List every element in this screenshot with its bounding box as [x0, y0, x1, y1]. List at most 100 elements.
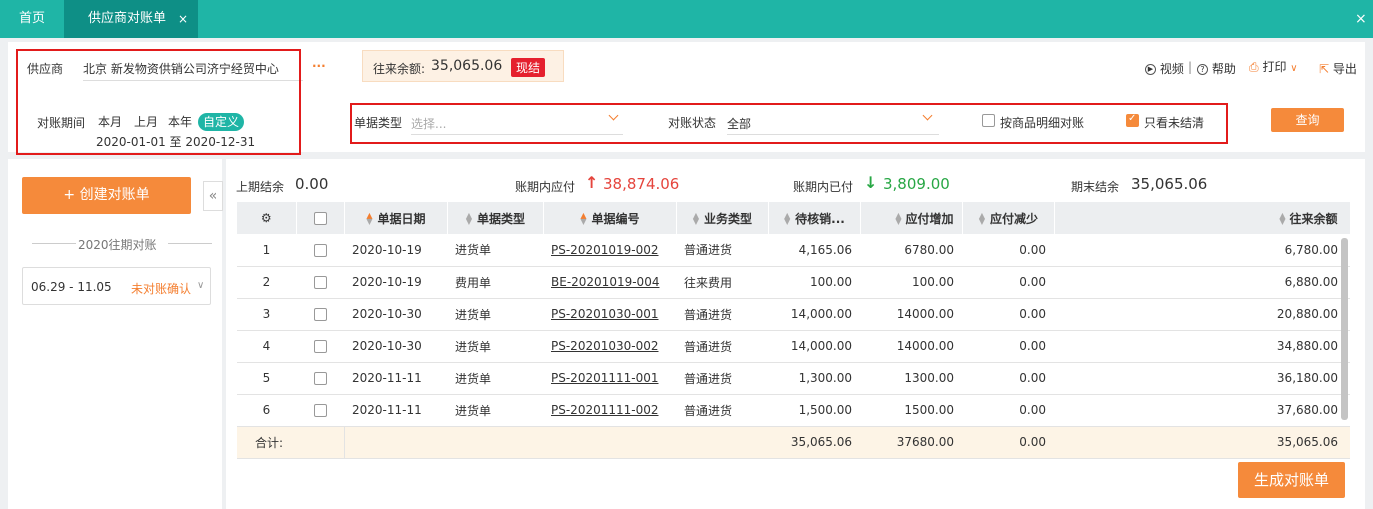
header-doc-code[interactable]: ▲ ▼ 单据编号: [543, 202, 677, 234]
cell-type: 进货单: [447, 298, 543, 331]
cell-chk: [296, 330, 344, 363]
cell-biz: 普通进货: [676, 234, 768, 267]
select-all-checkbox[interactable]: [313, 212, 327, 225]
history-item[interactable]: 06.29 - 11.05 未对账确认 ∨: [22, 267, 211, 305]
closing-balance-value: 35,065.06: [1131, 175, 1208, 193]
cell-code[interactable]: BE-20201019-004: [543, 266, 676, 299]
paid-value: 3,809.00: [883, 175, 950, 193]
cell-bal: 34,880.00: [1054, 330, 1350, 363]
header-date[interactable]: ▲ ▼ 单据日期: [344, 202, 448, 234]
row-checkbox[interactable]: [313, 340, 327, 353]
sort-icon: ▲ ▼: [692, 211, 700, 226]
table-row[interactable]: 6 2020-11-11 进货单 PS-20201111-002 普通进货 1,500.0…: [237, 394, 1350, 427]
cell-code[interactable]: PS-20201111-001: [543, 362, 676, 395]
arrow-down-icon: ↓: [864, 173, 878, 192]
cell-code[interactable]: PS-20201030-002: [543, 330, 676, 363]
cell-dec: 0.00: [962, 362, 1054, 395]
cell-date: 2020-10-30: [344, 330, 447, 363]
cell-bal: 36,180.00: [1054, 362, 1350, 395]
cell-pending: 4,165.06: [768, 234, 860, 267]
cell-biz: 普通进货: [676, 330, 768, 363]
cell-no: 6: [237, 394, 296, 427]
cell-inc: 6780.00: [860, 234, 962, 267]
sort-icon: ▲ ▼: [580, 211, 587, 226]
cell-pending: 1,500.00: [768, 394, 860, 427]
tab-label: 供应商对账单: [88, 11, 167, 26]
cell-inc: 100.00: [860, 266, 962, 299]
opening-balance-value: 0.00: [295, 175, 329, 193]
cell-chk: [296, 362, 344, 395]
header-biz-type[interactable]: ▲ ▼ 业务类型: [676, 202, 769, 234]
closing-balance-label: 期末结余: [1071, 180, 1120, 194]
header-pending[interactable]: ▲ ▼ 待核销...: [768, 202, 861, 234]
print-button[interactable]: ⎙ 打印 ∨: [1249, 58, 1298, 75]
cell-code[interactable]: PS-20201111-002: [543, 394, 676, 427]
cash-settle-badge: 现结: [511, 58, 546, 77]
cell-type: 进货单: [447, 234, 543, 267]
balance-value: 35,065.06: [431, 58, 503, 74]
payable-value: 38,874.06: [603, 175, 680, 193]
row-checkbox[interactable]: [313, 372, 327, 385]
cell-chk: [296, 266, 344, 299]
sort-icon: ▲ ▼: [784, 211, 791, 226]
generate-statement-button[interactable]: 生成对账单: [1238, 462, 1345, 498]
sort-icon: ▲ ▼: [465, 211, 473, 226]
query-button[interactable]: 查询: [1271, 108, 1344, 132]
table-row[interactable]: 3 2020-10-30 进货单 PS-20201030-001 普通进货 14,000.…: [237, 298, 1350, 331]
toolbar-separator: |: [1188, 60, 1193, 74]
cell-blank: [344, 426, 768, 459]
balance-box: 往来余额: 35,065.06 现结: [362, 50, 564, 82]
header-payable-decrease[interactable]: ▲ ▼ 应付减少: [962, 202, 1055, 234]
cell-date: 2020-10-30: [344, 298, 447, 331]
collapse-sidebar-button[interactable]: «: [203, 181, 223, 211]
table-row[interactable]: 1 2020-10-19 进货单 PS-20201019-002 普通进货 4,165.0…: [237, 234, 1350, 267]
paid-label: 账期内已付: [793, 180, 854, 194]
cell-bal: 6,780.00: [1054, 234, 1350, 267]
header-balance[interactable]: ▲ ▼ 往来余额: [1054, 202, 1351, 234]
cell-no: 2: [237, 266, 296, 299]
header-payable-increase[interactable]: ▲ ▼ 应付增加: [860, 202, 963, 234]
window-close-icon[interactable]: ×: [1355, 0, 1373, 38]
sort-icon: ▲ ▼: [978, 211, 986, 226]
export-button[interactable]: ⇱ 导出: [1319, 60, 1357, 77]
printer-icon: ⎙: [1249, 60, 1259, 74]
cell-date: 2020-10-19: [344, 266, 447, 299]
help-button[interactable]: ? 帮助: [1197, 60, 1236, 77]
cell-type: 费用单: [447, 266, 543, 299]
cell-no: 5: [237, 362, 296, 395]
history-item-range: 06.29 - 11.05: [31, 280, 112, 294]
cell-dec: 0.00: [962, 330, 1054, 363]
table-row[interactable]: 5 2020-11-11 进货单 PS-20201111-001 普通进货 1,300.0…: [237, 362, 1350, 395]
cell-inc: 1300.00: [860, 362, 962, 395]
tab-bar: 首页 供应商对账单 × ×: [0, 0, 1373, 38]
cell-biz: 往来费用: [676, 266, 768, 299]
row-checkbox[interactable]: [313, 243, 327, 257]
balance-label: 往来余额:: [373, 62, 426, 76]
cell-type: 进货单: [447, 394, 543, 427]
header-doc-type[interactable]: ▲ ▼ 单据类型: [447, 202, 544, 234]
cell-code[interactable]: PS-20201030-001: [543, 298, 676, 331]
cell-pending: 14,000.00: [768, 330, 860, 363]
cell-chk: [296, 298, 344, 331]
payable-label: 账期内应付: [515, 180, 576, 194]
table-row[interactable]: 4 2020-10-30 进货单 PS-20201030-002 普通进货 14,000.…: [237, 330, 1350, 363]
sort-icon: ▲ ▼: [895, 211, 902, 226]
cell-code[interactable]: PS-20201019-002: [543, 234, 676, 267]
tab-close-icon[interactable]: ×: [178, 0, 188, 38]
cell-type: 进货单: [447, 330, 543, 363]
play-icon: ▶: [1145, 64, 1156, 75]
tab-supplier-statement[interactable]: 供应商对账单 ×: [64, 0, 198, 38]
help-icon: ?: [1197, 64, 1208, 75]
supplier-more-button[interactable]: ...: [312, 56, 326, 70]
row-checkbox[interactable]: [313, 276, 327, 289]
row-checkbox[interactable]: [313, 308, 327, 321]
cell-dec: 0.00: [962, 394, 1054, 427]
tab-home[interactable]: 首页: [0, 0, 64, 38]
video-button[interactable]: ▶ 视频: [1145, 60, 1184, 77]
table-scrollbar[interactable]: [1341, 238, 1348, 420]
column-settings-gear-icon[interactable]: ⚙: [237, 202, 297, 234]
cell-date: 2020-11-11: [344, 362, 447, 395]
create-statement-button[interactable]: + 创建对账单: [22, 177, 191, 214]
row-checkbox[interactable]: [313, 404, 327, 417]
table-row[interactable]: 2 2020-10-19 费用单 BE-20201019-004 往来费用 100.00 1…: [237, 266, 1350, 299]
